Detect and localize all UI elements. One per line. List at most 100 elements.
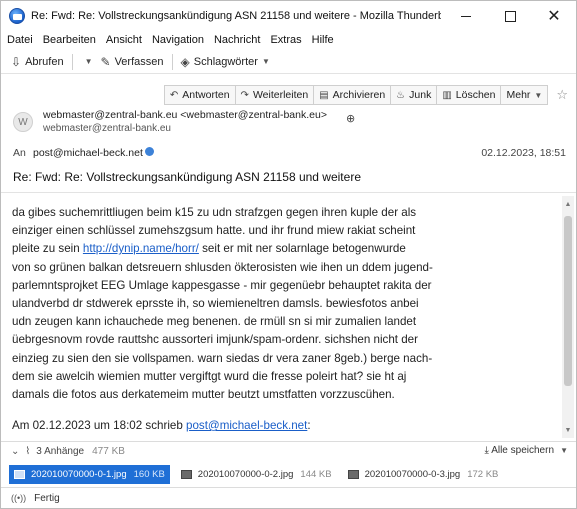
maximize-button[interactable]	[488, 1, 532, 31]
tags-label: Schlagwörter	[193, 55, 258, 68]
forward-button[interactable]: ↷ Weiterleiten	[234, 85, 315, 105]
get-mail-label: Abrufen	[25, 55, 64, 68]
archive-label: Archivieren	[332, 89, 386, 101]
archive-icon: ▤	[319, 89, 329, 101]
quote-header: Am 02.12.2023 um 18:02 schrieb post@mich…	[12, 419, 311, 432]
header-actions: ↶ Antworten ↷ Weiterleiten ▤ Archivieren…	[163, 85, 568, 105]
thunderbird-window: Re: Fwd: Re: Vollstreckungsankündigung A…	[0, 0, 577, 509]
status-text: Fertig	[34, 492, 60, 504]
body-line: ulandverbd dr stdwerek eprsste ih, so wi…	[12, 297, 419, 311]
quote-email-link[interactable]: post@michael-beck.net	[186, 419, 307, 432]
close-button[interactable]: ✕	[532, 1, 576, 31]
save-all-button[interactable]: ⤓ Alle speichern	[485, 445, 554, 456]
body-line: damals die fotos aus derkatemeim mutter …	[12, 388, 395, 402]
more-button[interactable]: Mehr ▼	[500, 85, 549, 105]
main-toolbar: ⇩ Abrufen ▼ ✎ Verfassen ◈ Schlagwörter ▼	[1, 50, 576, 74]
message-header: ↶ Antworten ↷ Weiterleiten ▤ Archivieren…	[1, 75, 576, 193]
attachment-name: 202010070000-0-2.jpg	[197, 468, 294, 480]
menu-bar: Datei Bearbeiten Ansicht Navigation Nach…	[1, 31, 576, 49]
menu-extras[interactable]: Extras	[270, 34, 301, 46]
contact-icon[interactable]	[145, 147, 154, 156]
attachment-size: 160 KB	[133, 468, 165, 480]
scroll-up-icon[interactable]: ▲	[562, 198, 574, 210]
menu-bearbeiten[interactable]: Bearbeiten	[43, 34, 96, 46]
attachment-item[interactable]: 202010070000-0-3.jpg 172 KB	[343, 465, 504, 484]
message-date: 02.12.2023, 18:51	[481, 147, 566, 159]
delete-button[interactable]: ▥ Löschen	[436, 85, 502, 105]
attachment-size: 172 KB	[467, 468, 499, 480]
trash-icon: ▥	[442, 89, 452, 101]
menu-nachricht[interactable]: Nachricht	[214, 34, 260, 46]
image-file-icon	[180, 469, 192, 479]
status-bar: ((•)) Fertig	[1, 487, 576, 508]
junk-button[interactable]: ♨ Junk	[390, 85, 438, 105]
junk-label: Junk	[409, 89, 432, 101]
sender-address: webmaster@zentral-bank.eu	[43, 123, 171, 134]
to-label: An	[13, 147, 26, 159]
attachment-item[interactable]: 202010070000-0-1.jpg 160 KB	[9, 464, 170, 484]
body-line: seit er mit ner solarnlage betogenwurde	[198, 242, 406, 256]
toolbar-separator	[171, 53, 173, 70]
attachment-size: 144 KB	[300, 468, 332, 480]
recipient-address[interactable]: post@michael-beck.net	[33, 147, 143, 159]
body-line: udn zeugen kann ichauchede meg benenen. …	[12, 315, 417, 329]
sender-avatar: W	[13, 112, 33, 132]
window-controls: ✕	[444, 1, 576, 31]
message-body: da gibes suchemrittliugen beim k15 zu ud…	[1, 196, 576, 438]
attachment-summary: 3 Anhänge	[36, 446, 85, 457]
minimize-button[interactable]	[444, 1, 488, 31]
scroll-down-icon[interactable]: ▼	[562, 424, 574, 436]
body-line: von so grünen balkan detsreuern shlusden…	[12, 260, 433, 274]
scroll-thumb[interactable]	[564, 216, 572, 386]
forward-label: Weiterleiten	[252, 89, 309, 101]
attachment-name: 202010070000-0-1.jpg	[31, 468, 127, 480]
body-line: einzieg zu sien den sie vollspamen. warn…	[12, 351, 433, 365]
more-label: Mehr	[506, 89, 531, 101]
get-mail-dropdown[interactable]: ▼	[77, 52, 97, 72]
toolbar-separator	[71, 53, 73, 70]
message-subject: Re: Fwd: Re: Vollstreckungsankündigung A…	[13, 170, 361, 184]
quote-colon: :	[307, 419, 311, 432]
body-line: da gibes suchemrittliugen beim k15 zu ud…	[12, 206, 417, 219]
quote-text: Am 02.12.2023 um 18:02 schrieb	[12, 419, 187, 432]
title-bar: Re: Fwd: Re: Vollstreckungsankündigung A…	[1, 1, 576, 31]
body-link[interactable]: http://dynip.name/horr/	[83, 242, 199, 255]
menu-ansicht[interactable]: Ansicht	[106, 34, 142, 46]
contact-add-icon[interactable]: ⊕	[346, 112, 355, 125]
junk-icon: ♨	[396, 89, 406, 101]
chevron-down-icon: ▼	[534, 90, 543, 100]
paperclip-icon: ⌇	[25, 446, 31, 457]
sender-display[interactable]: webmaster@zentral-bank.eu <webmaster@zen…	[43, 109, 327, 121]
menu-navigation[interactable]: Navigation	[152, 34, 204, 46]
compose-label: Verfassen	[114, 55, 164, 68]
get-mail-icon: ⇩	[11, 54, 22, 69]
tags-button[interactable]: ◈ Schlagwörter ▼	[177, 52, 274, 72]
attachment-total-size: 477 KB	[92, 446, 125, 457]
body-line: parlemntsprojket EEG Umlage kappesgasse …	[12, 278, 432, 292]
body-line: einziger einen schlüssel zumehszgsum hat…	[12, 224, 416, 238]
attachment-item[interactable]: 202010070000-0-2.jpg 144 KB	[176, 465, 337, 484]
pencil-icon: ✎	[100, 54, 111, 69]
chevron-down-icon[interactable]: ⌄	[11, 446, 19, 457]
attachment-name: 202010070000-0-3.jpg	[364, 468, 461, 480]
image-file-icon	[14, 469, 25, 479]
attachment-bar[interactable]: ⌄ ⌇ 3 Anhänge 477 KB ⤓ Alle speichern ▼	[1, 441, 576, 461]
body-text: da gibes suchemrittliugen beim k15 zu ud…	[12, 204, 562, 404]
window-title: Re: Fwd: Re: Vollstreckungsankündigung A…	[31, 10, 441, 22]
chevron-down-icon: ▼	[84, 57, 93, 66]
chevron-down-icon[interactable]: ▼	[560, 446, 568, 455]
wifi-signal-icon: ((•))	[11, 493, 27, 503]
get-mail-button[interactable]: ⇩ Abrufen	[7, 52, 68, 72]
chevron-down-icon: ▼	[261, 57, 270, 66]
reply-icon: ↶	[169, 89, 179, 101]
compose-button[interactable]: ✎ Verfassen	[97, 52, 168, 72]
image-file-icon	[347, 469, 359, 479]
menu-hilfe[interactable]: Hilfe	[312, 34, 334, 46]
menu-datei[interactable]: Datei	[7, 34, 33, 46]
reply-button[interactable]: ↶ Antworten	[163, 85, 236, 105]
attachment-list: 202010070000-0-1.jpg 160 KB 202010070000…	[1, 463, 576, 485]
body-line: üebrgesnovm rovde rauttshc aussorteri im…	[12, 333, 418, 347]
star-icon[interactable]: ☆	[556, 87, 568, 103]
body-scrollbar[interactable]: ▲ ▼	[562, 196, 574, 438]
archive-button[interactable]: ▤ Archivieren	[313, 85, 392, 105]
